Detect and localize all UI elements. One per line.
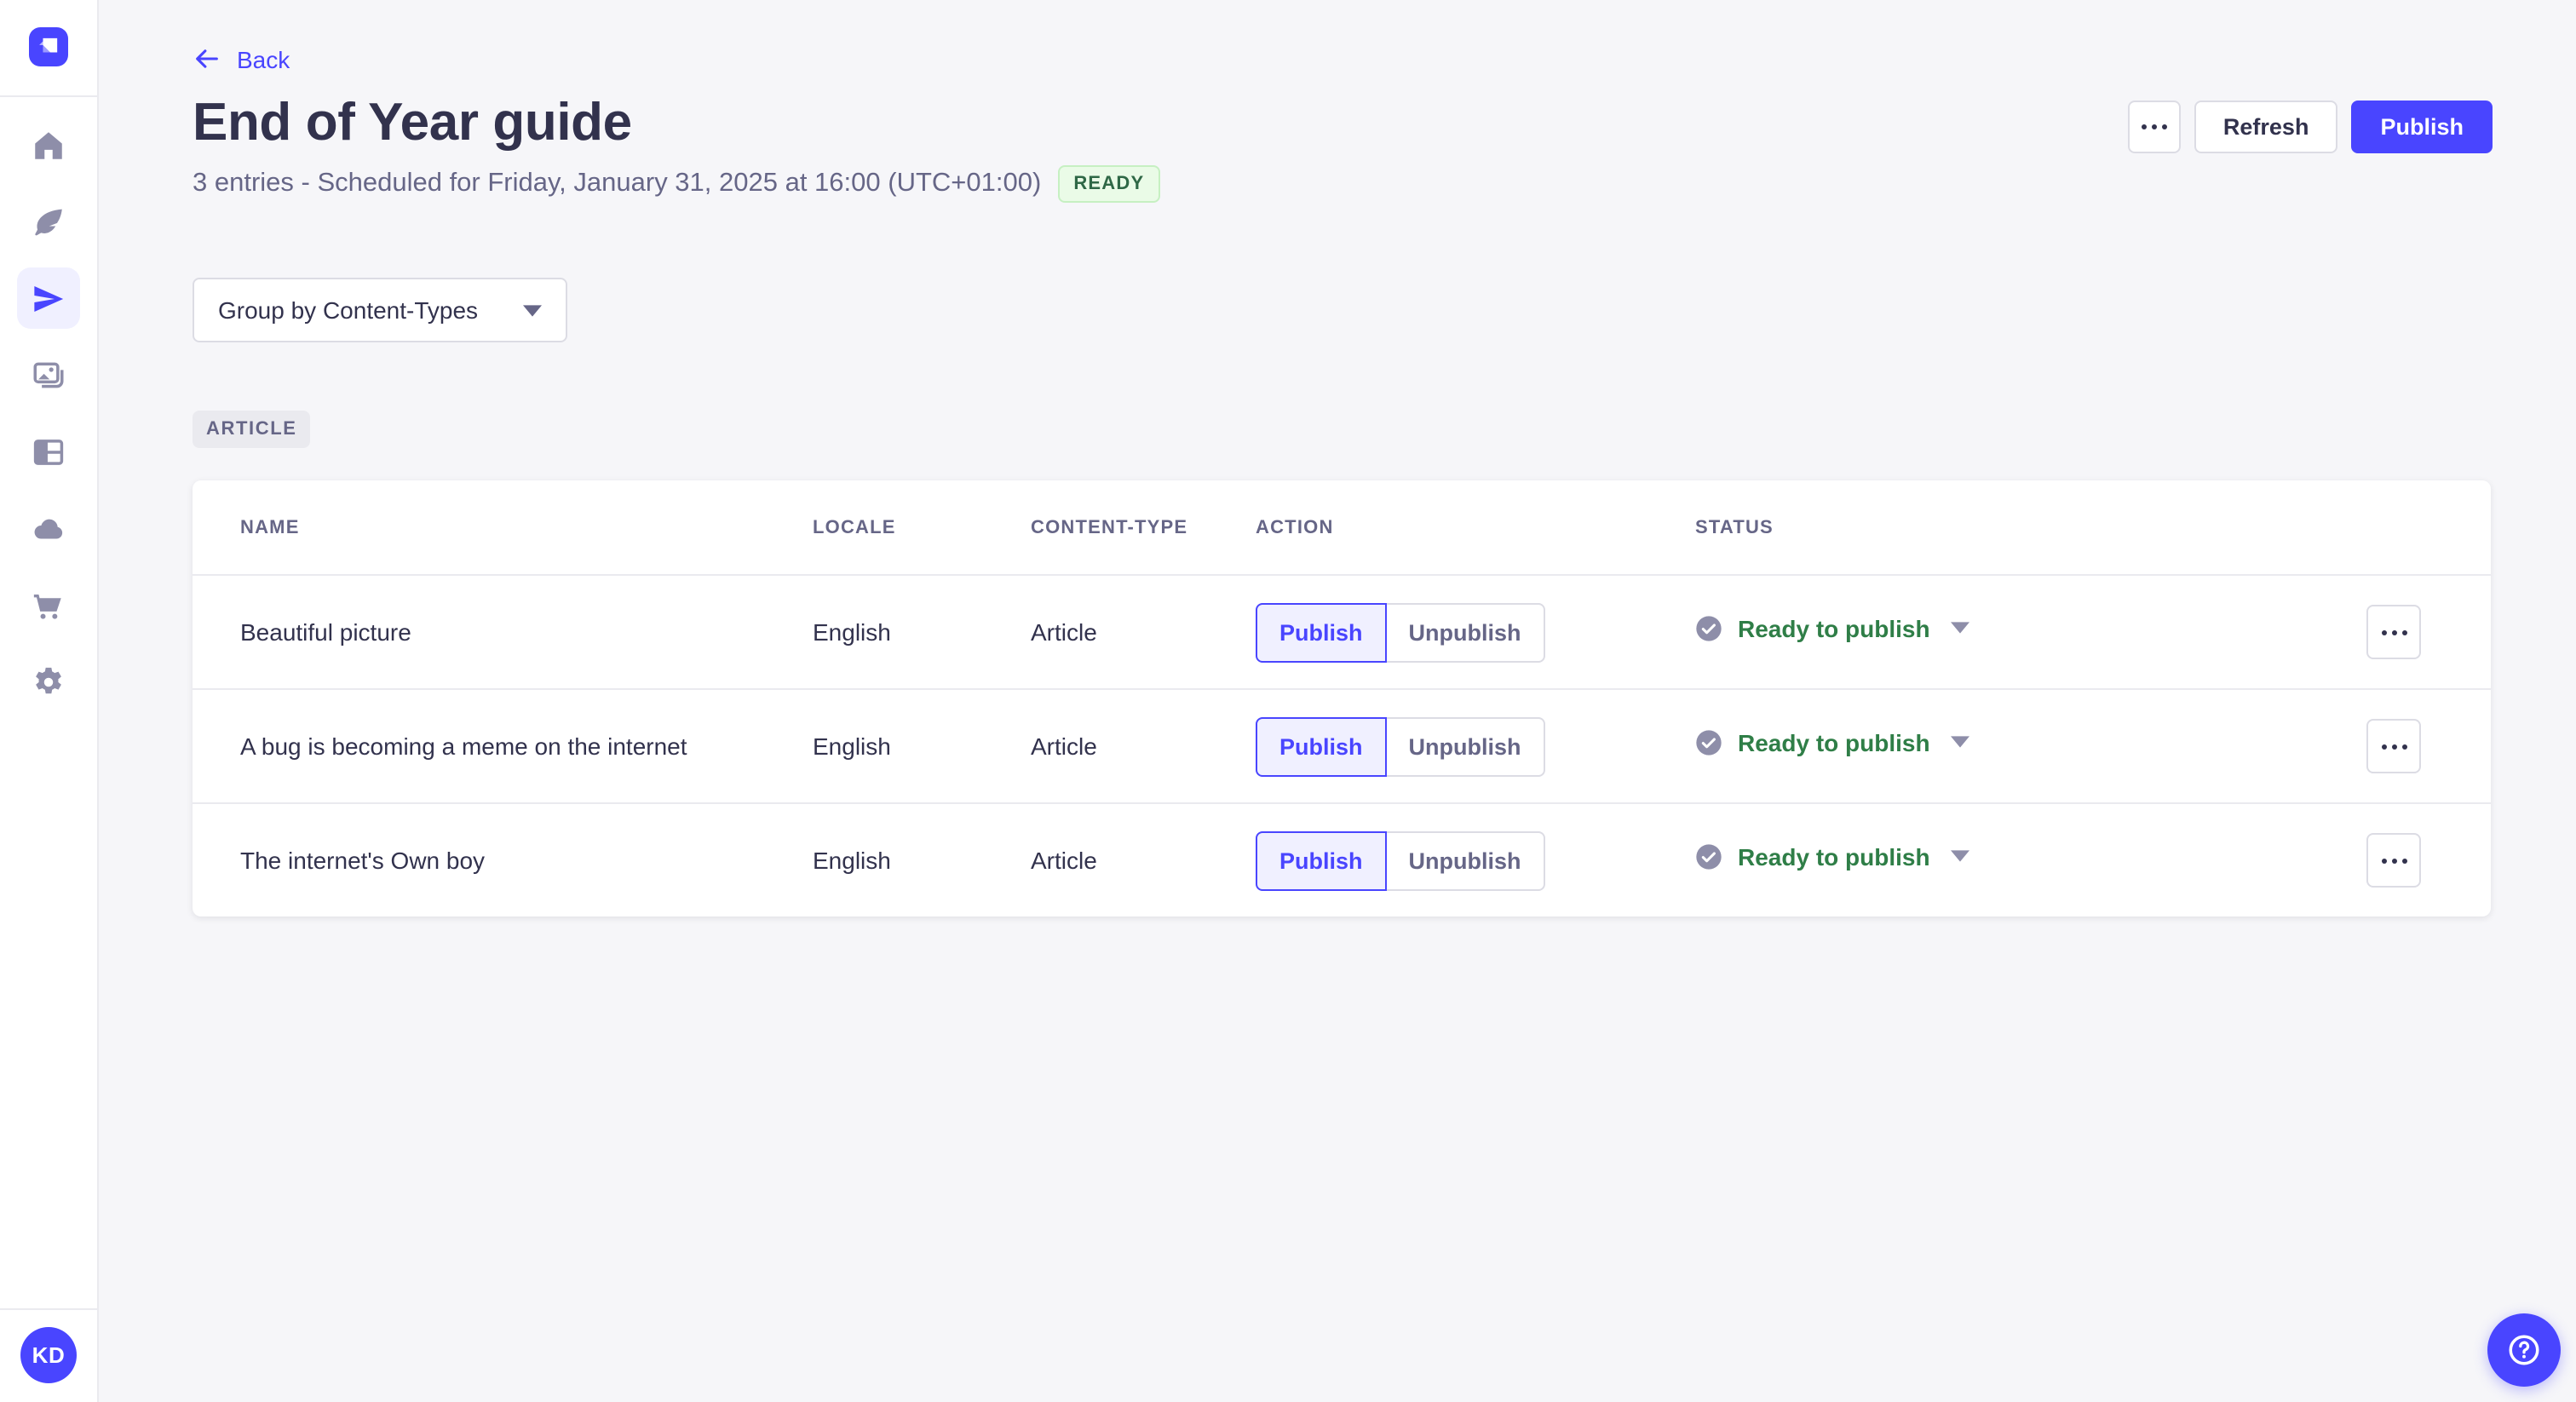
column-header-action: ACTION <box>1256 517 1334 537</box>
row-publish-button[interactable]: Publish <box>1256 716 1387 776</box>
column-header-name: NAME <box>240 517 300 537</box>
check-circle-icon <box>1696 615 1722 641</box>
cloud-icon <box>34 518 63 538</box>
table-row: A bug is becoming a meme on the internet… <box>193 688 2491 802</box>
sidebar-item-releases[interactable] <box>17 267 80 329</box>
back-link[interactable]: Back <box>193 44 290 73</box>
feather-icon <box>35 208 62 235</box>
sidebar-item-content-type-builder[interactable] <box>17 421 80 482</box>
check-circle-icon <box>1696 843 1722 869</box>
status-select[interactable]: Ready to publish <box>1695 842 1969 870</box>
sidebar: KD <box>0 0 99 1402</box>
sidebar-divider <box>0 95 97 97</box>
strapi-logo-icon <box>29 27 68 66</box>
back-label: Back <box>237 45 290 72</box>
more-options-button[interactable] <box>2127 101 2181 153</box>
entries-table: NAME LOCALE CONTENT-TYPE ACTION STATUS B… <box>193 480 2491 916</box>
strapi-logo[interactable] <box>29 27 68 66</box>
ellipsis-icon <box>2381 744 2406 749</box>
action-segmented-control: Publish Unpublish <box>1256 602 1695 662</box>
arrow-left-icon <box>196 49 218 68</box>
question-circle-icon <box>2509 1335 2539 1365</box>
layout-icon <box>33 439 64 464</box>
content-type-group-badge: ARTICLE <box>193 411 311 448</box>
check-circle-icon <box>1696 729 1722 755</box>
row-publish-button[interactable]: Publish <box>1256 830 1387 890</box>
group-by-select[interactable]: Group by Content-Types <box>193 278 567 342</box>
header-actions: Refresh Publish <box>2127 101 2493 153</box>
action-segmented-control: Publish Unpublish <box>1256 716 1695 776</box>
release-subtitle: 3 entries - Scheduled for Friday, Januar… <box>193 169 1042 198</box>
entry-name: Beautiful picture <box>240 618 411 646</box>
entry-content-type: Article <box>1031 847 1097 874</box>
action-segmented-control: Publish Unpublish <box>1256 830 1695 890</box>
chevron-down-icon <box>1950 736 1969 748</box>
sidebar-nav <box>17 114 80 712</box>
table-row: The internet's Own boy English Article P… <box>193 802 2491 916</box>
entry-locale: English <box>813 847 891 874</box>
status-label: Ready to publish <box>1738 614 1930 641</box>
release-meta: 3 entries - Scheduled for Friday, Januar… <box>193 165 1160 203</box>
column-header-content-type: CONTENT-TYPE <box>1031 517 1188 537</box>
ellipsis-icon <box>2141 124 2167 129</box>
row-menu-button[interactable] <box>2366 833 2421 888</box>
group-by-label: Group by Content-Types <box>218 296 479 324</box>
row-unpublish-button[interactable]: Unpublish <box>1384 602 1545 662</box>
row-menu-button[interactable] <box>2366 719 2421 773</box>
sidebar-divider <box>0 1308 97 1310</box>
avatar-initials: KD <box>32 1342 66 1368</box>
chevron-down-icon <box>1950 622 1969 634</box>
row-unpublish-button[interactable]: Unpublish <box>1384 830 1545 890</box>
sidebar-item-deploy[interactable] <box>17 497 80 559</box>
row-menu-button[interactable] <box>2366 605 2421 659</box>
chevron-down-icon <box>1950 850 1969 862</box>
paper-plane-icon <box>34 284 64 312</box>
status-label: Ready to publish <box>1738 842 1930 870</box>
app-window: KD Back End of Year guide 3 entries - Sc… <box>0 0 2576 1402</box>
ellipsis-icon <box>2381 858 2406 863</box>
publish-release-button[interactable]: Publish <box>2351 101 2493 153</box>
user-avatar[interactable]: KD <box>20 1327 77 1383</box>
table-header-row: NAME LOCALE CONTENT-TYPE ACTION STATUS <box>193 480 2491 574</box>
column-header-locale: LOCALE <box>813 517 896 537</box>
column-header-status: STATUS <box>1695 517 1774 537</box>
status-select[interactable]: Ready to publish <box>1695 614 1969 641</box>
cart-icon <box>33 594 61 618</box>
sidebar-item-content-manager[interactable] <box>17 191 80 252</box>
sidebar-item-home[interactable] <box>17 114 80 175</box>
chevron-down-icon <box>523 304 542 316</box>
row-unpublish-button[interactable]: Unpublish <box>1384 716 1545 776</box>
sidebar-item-marketplace[interactable] <box>17 574 80 635</box>
entry-content-type: Article <box>1031 733 1097 760</box>
gear-icon <box>36 666 61 693</box>
main-content: Back End of Year guide 3 entries - Sched… <box>99 0 2576 1402</box>
entry-content-type: Article <box>1031 618 1097 646</box>
entry-locale: English <box>813 733 891 760</box>
entry-name: The internet's Own boy <box>240 847 486 874</box>
table-row: Beautiful picture English Article Publis… <box>193 574 2491 688</box>
status-badge: READY <box>1058 165 1160 203</box>
row-publish-button[interactable]: Publish <box>1256 602 1387 662</box>
status-select[interactable]: Ready to publish <box>1695 728 1969 756</box>
sidebar-item-media-library[interactable] <box>17 344 80 405</box>
entry-locale: English <box>813 618 891 646</box>
refresh-button[interactable]: Refresh <box>2194 101 2338 153</box>
sidebar-item-settings[interactable] <box>17 651 80 712</box>
home-icon <box>35 131 62 158</box>
page-title: End of Year guide <box>193 92 632 152</box>
status-label: Ready to publish <box>1738 728 1930 756</box>
help-button[interactable] <box>2487 1313 2561 1387</box>
entry-name: A bug is becoming a meme on the internet <box>240 733 687 760</box>
images-icon <box>33 361 64 388</box>
ellipsis-icon <box>2381 629 2406 635</box>
